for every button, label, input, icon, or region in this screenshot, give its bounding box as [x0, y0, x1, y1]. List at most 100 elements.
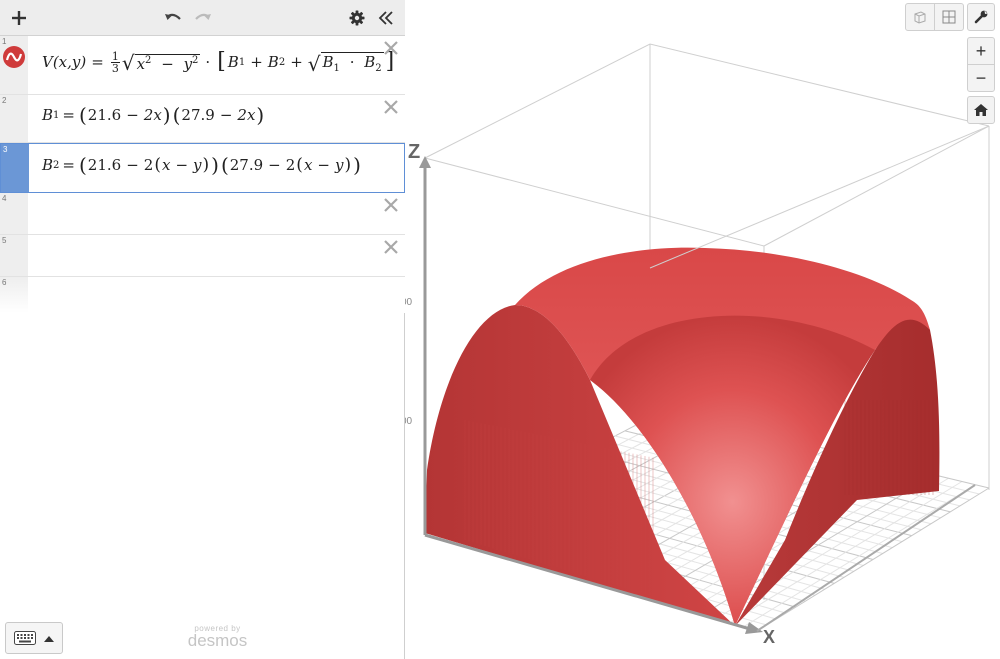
- math-var: x: [136, 54, 146, 73]
- minus-sign: −: [126, 156, 139, 174]
- delete-expression-icon[interactable]: [383, 40, 399, 56]
- graph-canvas[interactable]: Z X 00 00 + −: [405, 0, 1000, 659]
- graph-settings-button[interactable]: [967, 3, 995, 31]
- square-root: √ x2 − y2: [121, 50, 201, 75]
- expression-toolbar: [0, 0, 405, 36]
- expression-math[interactable]: V(x,y) = 1 3 √ x2 − y2 · [ B1 + B 2 + √ …: [42, 49, 396, 76]
- subscript: 2: [53, 159, 60, 171]
- dot-operator: ·: [349, 53, 355, 71]
- minus-sign: −: [175, 156, 189, 174]
- delete-expression-icon[interactable]: [383, 197, 399, 213]
- math-var: y: [193, 156, 202, 174]
- math-var: B: [42, 156, 54, 174]
- row-number: 4: [2, 194, 7, 203]
- x-axis-label: X: [763, 627, 775, 647]
- z-axis-label: Z: [408, 141, 420, 163]
- row-number: 6: [2, 278, 7, 287]
- expression-math[interactable]: B1 = ( 21.6 − 2x ) ( 27.9 − 2x ): [42, 105, 265, 125]
- exponent: 2: [192, 54, 199, 66]
- delete-expression-icon[interactable]: [383, 99, 399, 115]
- math-term: 2x: [237, 106, 256, 124]
- math-var: x: [303, 156, 313, 174]
- expression-panel: 1 V(x,y) = 1 3 √ x2 − y2 · [B 1 + B 2 +…: [0, 0, 405, 659]
- row-number: 5: [2, 236, 7, 245]
- math-var: y: [183, 54, 193, 73]
- row-gutter: 3: [1, 144, 29, 192]
- subscript: 1: [333, 63, 340, 74]
- math-var: B: [42, 106, 54, 124]
- square-root-body: B1 · B2: [320, 52, 384, 74]
- settings-button[interactable]: [347, 4, 367, 32]
- equals-sign: =: [62, 156, 75, 174]
- undo-icon: [165, 13, 181, 20]
- exponent: 2: [145, 54, 152, 66]
- function-name: V(x,y): [42, 53, 87, 71]
- home-view-button[interactable]: [967, 96, 995, 124]
- powered-by-desmos[interactable]: powered by desmos: [0, 624, 405, 651]
- desmos-logo-text: desmos: [187, 631, 248, 650]
- 3d-plot: Z X 00 00: [405, 43, 990, 647]
- subscript: 2: [375, 63, 382, 74]
- row-gutter: 2: [0, 95, 28, 142]
- grid-icon: [942, 10, 956, 24]
- subscript: 1: [53, 109, 60, 121]
- z-tick-label: 00: [405, 416, 413, 427]
- math-var: y: [334, 156, 344, 174]
- expression-row-active[interactable]: 3 B2 = ( 21.6 − 2 ( x − y ) ) ( 27.9 − 2…: [0, 143, 405, 193]
- minus-sign: −: [268, 156, 281, 174]
- zoom-in-button[interactable]: +: [967, 37, 995, 65]
- row-gutter: 4: [0, 193, 28, 234]
- math-var: x: [161, 156, 171, 174]
- math-term: 2x: [143, 106, 162, 124]
- gear-icon: [349, 10, 365, 26]
- row-gutter: 5: [0, 235, 28, 276]
- undo-button[interactable]: [162, 4, 184, 32]
- minus-sign: −: [317, 156, 330, 174]
- math-var: B: [364, 53, 376, 71]
- expression-row[interactable]: 2 B1 = ( 21.6 − 2x ) ( 27.9 − 2x ): [0, 95, 405, 143]
- minus-sign: −: [219, 106, 233, 124]
- z-axis-arrow: [419, 156, 431, 168]
- minus-sign: −: [126, 106, 139, 124]
- expression-row-new[interactable]: 6: [0, 277, 405, 313]
- double-chevron-left-icon: [378, 11, 393, 25]
- expression-row[interactable]: 1 V(x,y) = 1 3 √ x2 − y2 · [B 1 + B 2 +…: [0, 36, 405, 95]
- cube-icon: [914, 11, 926, 24]
- plus-sign: +: [250, 53, 263, 71]
- z-tick-label: 00: [405, 297, 413, 308]
- fraction-numerator: 1: [110, 49, 120, 63]
- zoom-out-button[interactable]: −: [967, 64, 995, 92]
- square-root: √ B1 · B2: [307, 52, 384, 76]
- subscript: 2: [278, 56, 286, 68]
- expression-row-empty[interactable]: 5: [0, 235, 405, 277]
- math-var: B: [267, 53, 279, 71]
- math-var: B: [227, 53, 239, 71]
- fraction: 1 3: [110, 49, 120, 74]
- collapse-panel-button[interactable]: [375, 4, 397, 32]
- plus-sign: +: [290, 53, 303, 71]
- row-gutter: 1: [0, 36, 28, 94]
- wrench-icon: [974, 10, 988, 24]
- graph-color-icon[interactable]: [2, 45, 26, 69]
- row-number: 3: [3, 145, 8, 154]
- math-number: 2: [285, 156, 296, 174]
- add-expression-button[interactable]: [8, 4, 30, 32]
- dot-operator: ·: [205, 53, 211, 71]
- delete-expression-icon[interactable]: [383, 239, 399, 255]
- redo-icon: [195, 13, 211, 20]
- equals-sign: =: [91, 53, 104, 71]
- square-root-body: x2 − y2: [134, 53, 201, 73]
- 2d-view-toggle-button[interactable]: [934, 3, 964, 31]
- math-number: 21.6: [87, 106, 122, 124]
- home-icon: [974, 104, 988, 116]
- 3d-view-toggle-button[interactable]: [905, 3, 935, 31]
- equals-sign: =: [62, 106, 75, 124]
- expression-row-empty[interactable]: 4: [0, 193, 405, 235]
- math-number: 27.9: [181, 106, 215, 124]
- minus-sign: −: [161, 54, 174, 73]
- redo-button[interactable]: [192, 4, 214, 32]
- expression-math[interactable]: B2 = ( 21.6 − 2 ( x − y ) ) ( 27.9 − 2 (…: [42, 155, 362, 175]
- row-gutter: 6: [0, 277, 28, 313]
- plus-icon: [12, 11, 26, 25]
- math-number: 21.6: [87, 156, 122, 174]
